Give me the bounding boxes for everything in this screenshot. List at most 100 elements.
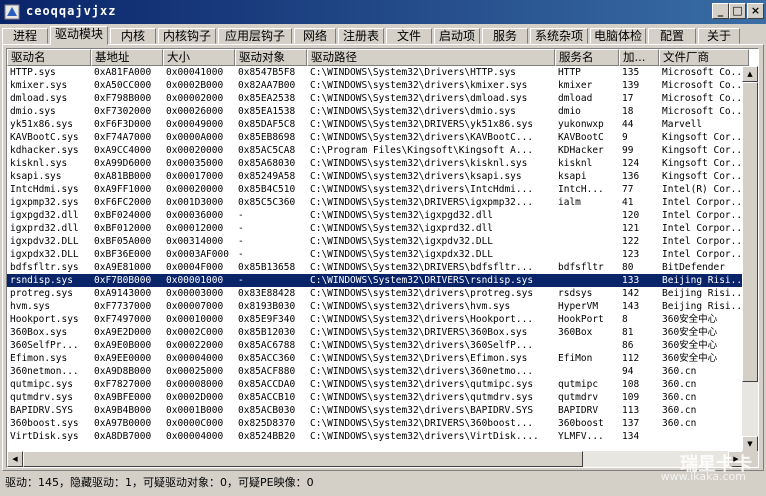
column-header-1[interactable]: 基地址 [91,49,163,66]
table-row[interactable]: KAVBootC.sys 0xF74A7000 0x0000A000 0x85EB86… [7,131,748,144]
scroll-left-button[interactable]: ◀ [7,451,23,467]
maximize-button[interactable]: □ [729,3,746,19]
table-cell: kisknl.sys [10,158,68,169]
scroll-up-button[interactable]: ▲ [742,66,758,82]
table-row[interactable]: rsndisp.sys 0xF7B0B000 0x00001000 - C:\WINDO… [7,274,748,287]
table-cell: Intel Corpor... [662,236,748,247]
table-cell: Beijing Risi... [662,301,748,312]
column-header-5[interactable]: 服务名 [555,49,619,66]
tab-6[interactable]: 注册表 [338,28,384,44]
tab-1[interactable]: 驱动模块 [50,26,108,45]
table-cell: 0xA9B4B000 [94,405,152,416]
table-cell: 360安全中心 [662,327,718,338]
table-row[interactable]: igxpgd32.dll 0xBF024000 0x00036000 - C:\WIND… [7,209,748,222]
table-row[interactable]: Efimon.sys 0xA9EE0000 0x00004000 0x85ACC360… [7,352,744,365]
table-row[interactable]: yk51x86.sys 0xF6F3D000 0x00049000 0x85DAF5C… [7,118,744,131]
vertical-scroll-thumb[interactable] [742,82,758,382]
table-row[interactable]: kisknl.sys 0xA99D6000 0x00035000 0x85A68030… [7,157,748,170]
table-row[interactable]: 360netmon... 0xA9D8B000 0x00025000 0x85ACF8… [7,365,744,378]
tab-strip: 进程 驱动模块 内核 内核钩子 应用层钩子 网络 注册表 文件 启动项 服务 系统杂项 电脑体检 配置关… [0,26,766,45]
table-cell: 360.cn [662,379,697,390]
table-row[interactable]: BAPIDRV.SYS 0xA9B4B000 0x0001B000 0x85ACB03… [7,404,744,417]
table-row[interactable]: Hookport.sys 0xF7497000 0x00010000 0x85E9F3… [7,313,744,326]
table-row[interactable]: bdfsfltr.sys 0xA9E81000 0x0004F000 0x85B136… [7,261,744,274]
table-row[interactable]: igxpmp32.sys 0xF6FC2000 0x001D3000 0x85C5C3… [7,196,748,209]
table-cell: 139 [622,80,640,91]
table-cell: 0x0004F000 [166,262,224,273]
tab-9[interactable]: 服务 [482,28,528,44]
table-row[interactable]: kdhacker.sys 0xA9CC4000 0x00020000 0x85AC5C… [7,144,748,157]
tab-8[interactable]: 启动项 [434,28,480,44]
table-cell: - [238,210,244,221]
column-header-0[interactable]: 驱动名 [7,49,91,66]
table-cell: C:\WINDOWS\system32\drivers\360netmo... [310,366,534,377]
table-row[interactable]: dmio.sys 0xF7302000 0x00026000 0x85EA1538 C:… [7,105,748,118]
table-cell: 0xA81FA000 [94,67,152,78]
vertical-scrollbar[interactable]: ▲ ▼ [742,66,758,452]
table-cell: 0x85B13658 [238,262,296,273]
tab-10[interactable]: 系统杂项 [530,28,588,44]
table-cell: 0x00049000 [166,119,224,130]
table-cell: 0xBF012000 [94,223,152,234]
table-row[interactable]: VirtDisk.sys 0xA8DB7000 0x00004000 0x8524BB… [7,430,744,443]
table-cell: 0x85ACCB10 [238,392,296,403]
tab-5[interactable]: 网络 [294,28,336,44]
table-cell: 0x00008000 [166,379,224,390]
table-cell: protreg.sys [10,288,73,299]
table-cell: 0x00002000 [166,93,224,104]
horizontal-scroll-thumb[interactable] [23,451,583,467]
table-cell: 360.cn [662,405,697,416]
table-cell: 0x85B12030 [238,327,296,338]
table-row[interactable]: IntcHdmi.sys 0xA9FF1000 0x00020000 0x85B4C5… [7,183,748,196]
driver-list[interactable]: 驱动名 基地址 大小 驱动对象 驱动路径 服务名 加... 文件厂商 HTTP.sys 0xA8… [6,48,759,468]
table-cell: C:\WINDOWS\system32\drivers\hvm.sys [310,301,511,312]
table-cell: 0x85EB8698 [238,132,296,143]
table-row[interactable]: igxpdv32.DLL 0xBF05A000 0x00314000 - C:\WIND… [7,235,748,248]
table-cell: 109 [622,392,640,403]
table-cell: 0xF74A7000 [94,132,152,143]
table-row[interactable]: ksapi.sys 0xA81BB000 0x00017000 0x85249A58 C… [7,170,748,183]
table-row[interactable]: igxprd32.dll 0xBF012000 0x00012000 - C:\WIND… [7,222,748,235]
table-cell: C:\WINDOWS\System32\igxpdx32.DLL [310,249,494,260]
table-row[interactable]: igxpdx32.DLL 0xBF36E000 0x0003AF000- C:\WIN… [7,248,748,261]
table-cell: 0x00004000 [166,431,224,442]
table-row[interactable]: 360boost.sys 0xA97B0000 0x0000C000 0x825D83… [7,417,744,430]
tab-0[interactable]: 进程 [2,28,48,44]
tab-7[interactable]: 文件 [386,28,432,44]
table-cell: C:\WINDOWS\System32\drivers\dmload.sys [310,93,528,104]
column-header-7[interactable]: 文件厂商 [659,49,749,66]
table-row[interactable]: 360Box.sys 0xA9E2D000 0x0002C000 0x85B12030… [7,326,744,339]
table-cell [555,209,619,222]
table-row[interactable]: dmload.sys 0xF798B000 0x00002000 0x85EA2538… [7,92,748,105]
tab-4[interactable]: 应用层钩子 [218,28,292,44]
tab-13[interactable]: 关于 [698,28,740,44]
table-cell: C:\WINDOWS\System32\drivers\dmio.sys [310,106,516,117]
table-row[interactable]: 360SelfPr... 0xA9E0B000 0x00022000 0x85AC67… [7,339,744,352]
column-header-2[interactable]: 大小 [163,49,235,66]
table-row[interactable]: hvm.sys 0xF7737000 0x00007000 0x8193B030 C:\… [7,300,748,313]
table-row[interactable]: HTTP.sys 0xA81FA000 0x00041000 0x8547B5F8 C:… [7,66,748,79]
table-cell: bdfsfltr [558,262,604,273]
close-button[interactable]: × [747,3,764,19]
table-cell [555,339,619,352]
column-header-3[interactable]: 驱动对象 [235,49,307,66]
table-cell: 360安全中心 [662,340,718,351]
minimize-button[interactable]: _ [712,3,729,19]
column-header-4[interactable]: 驱动路径 [307,49,555,66]
table-cell: 360安全中心 [662,314,718,325]
table-cell: C:\WINDOWS\System32\Drivers\Efimon.sys [310,353,528,364]
table-cell: YLMFV... [558,431,604,442]
tab-12[interactable]: 配置 [648,28,696,44]
table-row[interactable]: protreg.sys 0xA9143000 0x00003000 0x83E8842… [7,287,748,300]
table-cell: C:\WINDOWS\system32\drivers\BAPIDRV.SYS [310,405,534,416]
horizontal-scrollbar[interactable]: ◀ ▶ [7,451,744,467]
table-row[interactable]: qutmipc.sys 0xF7827000 0x00008000 0x85ACCDA… [7,378,744,391]
tab-3[interactable]: 内核钩子 [158,28,216,44]
table-cell: 113 [622,405,640,416]
table-row[interactable]: qutmdrv.sys 0xA9BFE000 0x0002D000 0x85ACCB1… [7,391,744,404]
tab-2[interactable]: 内核 [110,28,156,44]
tab-11[interactable]: 电脑体检 [590,28,646,44]
table-row[interactable]: kmixer.sys 0xA50CC000 0x0002B000 0x82AA7B00… [7,79,748,92]
column-header-6[interactable]: 加... [619,49,659,66]
table-cell: BAPIDRV.SYS [10,405,73,416]
